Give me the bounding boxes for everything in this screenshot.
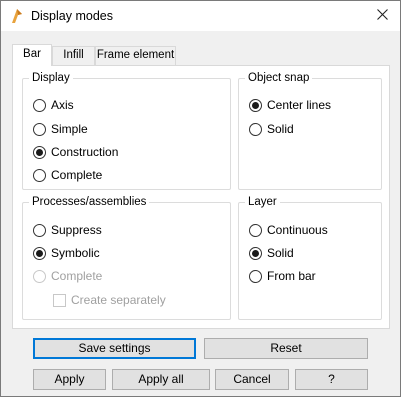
tab-bar[interactable]: Bar	[12, 44, 52, 66]
apply-all-button[interactable]: Apply all	[112, 369, 210, 390]
radio-from-bar[interactable]: From bar	[249, 267, 316, 285]
checkbox-create-separately: Create separately	[53, 291, 166, 309]
tab-frame-element[interactable]: Frame element	[95, 46, 176, 65]
radio-button[interactable]	[249, 122, 262, 136]
radio-construction[interactable]: Construction	[33, 143, 118, 161]
radio-button[interactable]	[33, 122, 46, 136]
group-processes-assemblies: Processes/assemblies Suppress Symbolic C…	[22, 195, 231, 320]
group-processes-label: Processes/assemblies	[29, 195, 150, 209]
cancel-button[interactable]: Cancel	[215, 369, 289, 390]
window-title: Display modes	[31, 9, 113, 23]
tab-infill[interactable]: Infill	[52, 46, 95, 65]
app-logo-icon	[9, 8, 25, 24]
radio-button[interactable]	[33, 246, 46, 260]
radio-button[interactable]	[33, 145, 46, 159]
radio-button[interactable]	[33, 98, 46, 112]
checkbox-disabled	[53, 293, 66, 307]
apply-button[interactable]: Apply	[33, 369, 106, 390]
radio-processes-complete: Complete	[33, 267, 102, 285]
radio-snap-solid[interactable]: Solid	[249, 120, 294, 138]
radio-simple[interactable]: Simple	[33, 120, 88, 138]
help-button[interactable]: ?	[295, 369, 368, 390]
radio-button[interactable]	[33, 168, 46, 182]
radio-button[interactable]	[249, 269, 262, 283]
group-display: Display Axis Simple Construction Complet…	[22, 71, 231, 190]
radio-suppress[interactable]: Suppress	[33, 221, 102, 239]
radio-symbolic[interactable]: Symbolic	[33, 244, 100, 262]
group-layer-label: Layer	[245, 195, 280, 209]
close-icon	[376, 9, 388, 23]
radio-complete[interactable]: Complete	[33, 166, 102, 184]
reset-button[interactable]: Reset	[204, 338, 368, 359]
save-settings-button[interactable]: Save settings	[33, 338, 196, 359]
group-object-snap-label: Object snap	[245, 71, 313, 85]
tab-panel-bar: Display Axis Simple Construction Complet…	[12, 65, 390, 329]
radio-center-lines[interactable]: Center lines	[249, 96, 331, 114]
close-button[interactable]	[364, 1, 400, 31]
group-object-snap: Object snap Center lines Solid	[238, 71, 382, 190]
radio-layer-solid[interactable]: Solid	[249, 244, 294, 262]
title-bar: Display modes	[1, 1, 400, 31]
dialog-window: Display modes Bar Infill Frame element D…	[0, 0, 401, 397]
group-display-label: Display	[29, 71, 73, 85]
radio-button[interactable]	[249, 98, 262, 112]
radio-button[interactable]	[33, 223, 46, 237]
radio-button-disabled	[33, 269, 46, 283]
radio-continuous[interactable]: Continuous	[249, 221, 328, 239]
radio-button[interactable]	[249, 223, 262, 237]
radio-button[interactable]	[249, 246, 262, 260]
radio-axis[interactable]: Axis	[33, 96, 74, 114]
group-layer: Layer Continuous Solid From bar	[238, 195, 382, 320]
